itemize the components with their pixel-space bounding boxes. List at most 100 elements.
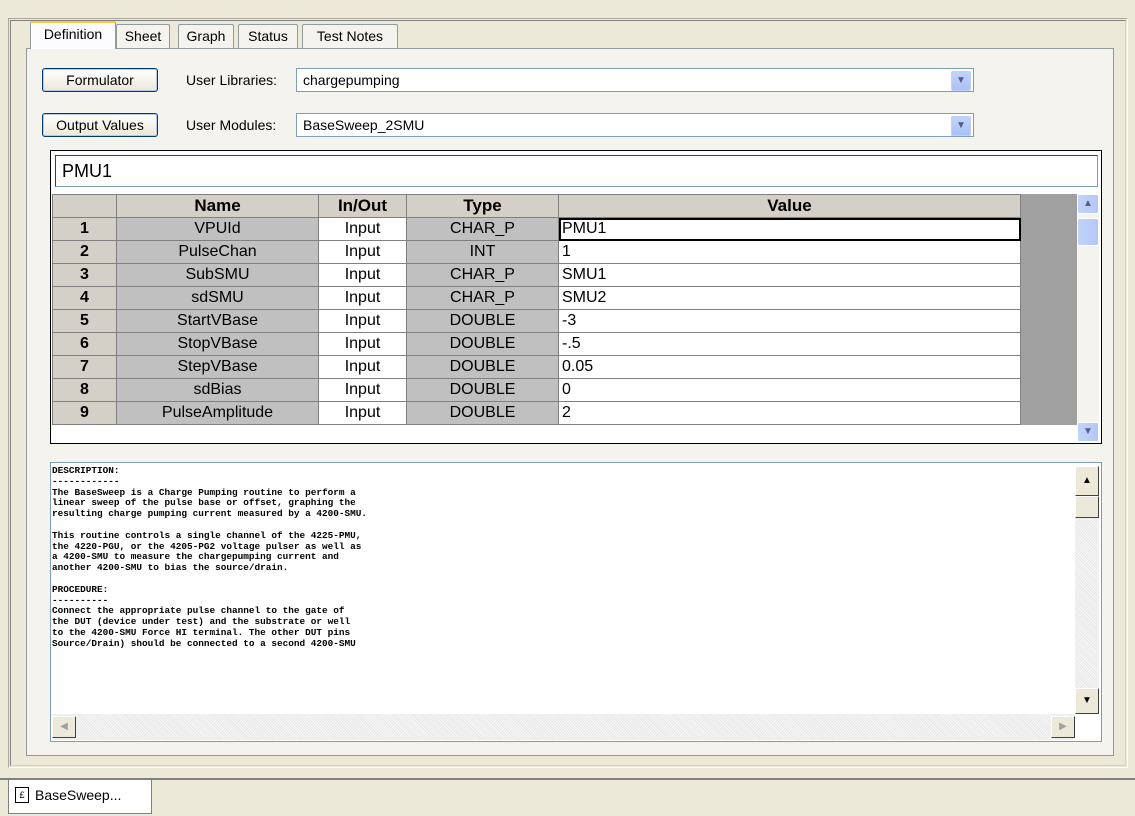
scroll-up-icon[interactable]: ▲ [1077, 194, 1099, 214]
param-inout: Input [318, 332, 407, 356]
parameter-table: Name In/Out Type Value 1 VPUId Input CHA… [52, 194, 1077, 425]
scroll-left-icon[interactable]: ◀ [52, 716, 76, 738]
param-inout: Input [318, 378, 407, 402]
row-number: 9 [52, 401, 117, 425]
grid-empty-area [1020, 309, 1077, 333]
param-type: DOUBLE [406, 378, 559, 402]
row-number: 8 [52, 378, 117, 402]
param-name: VPUId [116, 217, 319, 241]
description-horizontal-scrollbar[interactable] [52, 714, 1075, 740]
scroll-down-icon[interactable]: ▼ [1075, 688, 1099, 714]
table-row[interactable]: 9 PulseAmplitude Input DOUBLE 2 [52, 401, 1077, 425]
param-value[interactable]: 0 [558, 378, 1021, 402]
param-name: PulseAmplitude [116, 401, 319, 425]
column-header-inout[interactable]: In/Out [318, 194, 407, 218]
chevron-down-icon[interactable]: ▼ [951, 116, 971, 136]
param-value[interactable]: SMU1 [558, 263, 1021, 287]
grid-empty-area [1020, 401, 1077, 425]
row-number: 6 [52, 332, 117, 356]
param-inout: Input [318, 286, 407, 310]
tab-definition[interactable]: Definition [30, 21, 116, 49]
formulator-button[interactable]: Formulator [42, 68, 158, 92]
param-inout: Input [318, 309, 407, 333]
table-row[interactable]: 3 SubSMU Input CHAR_P SMU1 [52, 263, 1077, 287]
column-header-value[interactable]: Value [558, 194, 1021, 218]
table-row[interactable]: 5 StartVBase Input DOUBLE -3 [52, 309, 1077, 333]
table-row[interactable]: 1 VPUId Input CHAR_P PMU1 [52, 217, 1077, 241]
table-row[interactable]: 2 PulseChan Input INT 1 [52, 240, 1077, 264]
row-number: 7 [52, 355, 117, 379]
param-inout: Input [318, 401, 407, 425]
param-inout: Input [318, 263, 407, 287]
param-inout: Input [318, 240, 407, 264]
user-modules-select[interactable]: BaseSweep_2SMU ▼ [296, 113, 974, 137]
param-type: CHAR_P [406, 217, 559, 241]
column-header-type[interactable]: Type [406, 194, 559, 218]
table-row[interactable]: 6 StopVBase Input DOUBLE -.5 [52, 332, 1077, 356]
param-type: CHAR_P [406, 263, 559, 287]
param-name: StopVBase [116, 332, 319, 356]
user-libraries-value: chargepumping [303, 72, 400, 88]
param-name: StartVBase [116, 309, 319, 333]
document-tab-basesweep[interactable]: £ BaseSweep... [8, 780, 152, 814]
grid-empty-area [1020, 240, 1077, 264]
table-row[interactable]: 7 StepVBase Input DOUBLE 0.05 [52, 355, 1077, 379]
param-name: PulseChan [116, 240, 319, 264]
param-inout: Input [318, 355, 407, 379]
cell-edit-field[interactable]: PMU1 [55, 155, 1098, 187]
scroll-right-icon[interactable]: ▶ [1051, 716, 1075, 738]
document-icon: £ [15, 787, 29, 803]
param-type: DOUBLE [406, 355, 559, 379]
document-tab-bar [0, 778, 1135, 780]
param-value[interactable]: -.5 [558, 332, 1021, 356]
user-modules-value: BaseSweep_2SMU [303, 117, 425, 133]
param-inout: Input [318, 217, 407, 241]
param-type: CHAR_P [406, 286, 559, 310]
table-header-row: Name In/Out Type Value [52, 194, 1077, 218]
row-number: 3 [52, 263, 117, 287]
grid-empty-area [1020, 378, 1077, 402]
param-value[interactable]: SMU2 [558, 286, 1021, 310]
grid-empty-area [1020, 263, 1077, 287]
scroll-up-icon[interactable]: ▲ [1075, 466, 1099, 496]
user-libraries-label: User Libraries: [186, 72, 278, 88]
param-type: DOUBLE [406, 332, 559, 356]
grid-empty-area [1020, 286, 1077, 310]
corner-header [52, 194, 117, 218]
grid-empty-area [1020, 332, 1077, 356]
param-value[interactable]: -3 [558, 309, 1021, 333]
document-tab-label: BaseSweep... [35, 787, 122, 803]
tab-status[interactable]: Status [238, 24, 298, 48]
table-row[interactable]: 4 sdSMU Input CHAR_P SMU2 [52, 286, 1077, 310]
param-type: INT [406, 240, 559, 264]
param-type: DOUBLE [406, 309, 559, 333]
param-name: sdBias [116, 378, 319, 402]
row-number: 4 [52, 286, 117, 310]
row-number: 2 [52, 240, 117, 264]
param-value[interactable]: 1 [558, 240, 1021, 264]
scroll-thumb[interactable] [1075, 496, 1099, 518]
param-value[interactable]: PMU1 [558, 217, 1021, 241]
user-modules-label: User Modules: [186, 117, 277, 133]
tab-test-notes[interactable]: Test Notes [302, 24, 398, 48]
scroll-down-icon[interactable]: ▼ [1077, 422, 1099, 442]
chevron-down-icon[interactable]: ▼ [951, 71, 971, 91]
output-values-button[interactable]: Output Values [42, 113, 158, 137]
grid-empty-area [1020, 194, 1077, 218]
row-number: 1 [52, 217, 117, 241]
param-name: StepVBase [116, 355, 319, 379]
user-libraries-select[interactable]: chargepumping ▼ [296, 68, 974, 92]
grid-empty-area [1020, 355, 1077, 379]
param-name: sdSMU [116, 286, 319, 310]
table-row[interactable]: 8 sdBias Input DOUBLE 0 [52, 378, 1077, 402]
tab-sheet[interactable]: Sheet [116, 24, 170, 48]
param-value[interactable]: 2 [558, 401, 1021, 425]
param-type: DOUBLE [406, 401, 559, 425]
scroll-thumb[interactable] [1077, 218, 1099, 246]
description-text[interactable]: DESCRIPTION: ------------ The BaseSweep … [52, 466, 1062, 714]
grid-empty-area [1020, 217, 1077, 241]
param-value[interactable]: 0.05 [558, 355, 1021, 379]
param-name: SubSMU [116, 263, 319, 287]
column-header-name[interactable]: Name [116, 194, 319, 218]
tab-graph[interactable]: Graph [178, 24, 234, 48]
